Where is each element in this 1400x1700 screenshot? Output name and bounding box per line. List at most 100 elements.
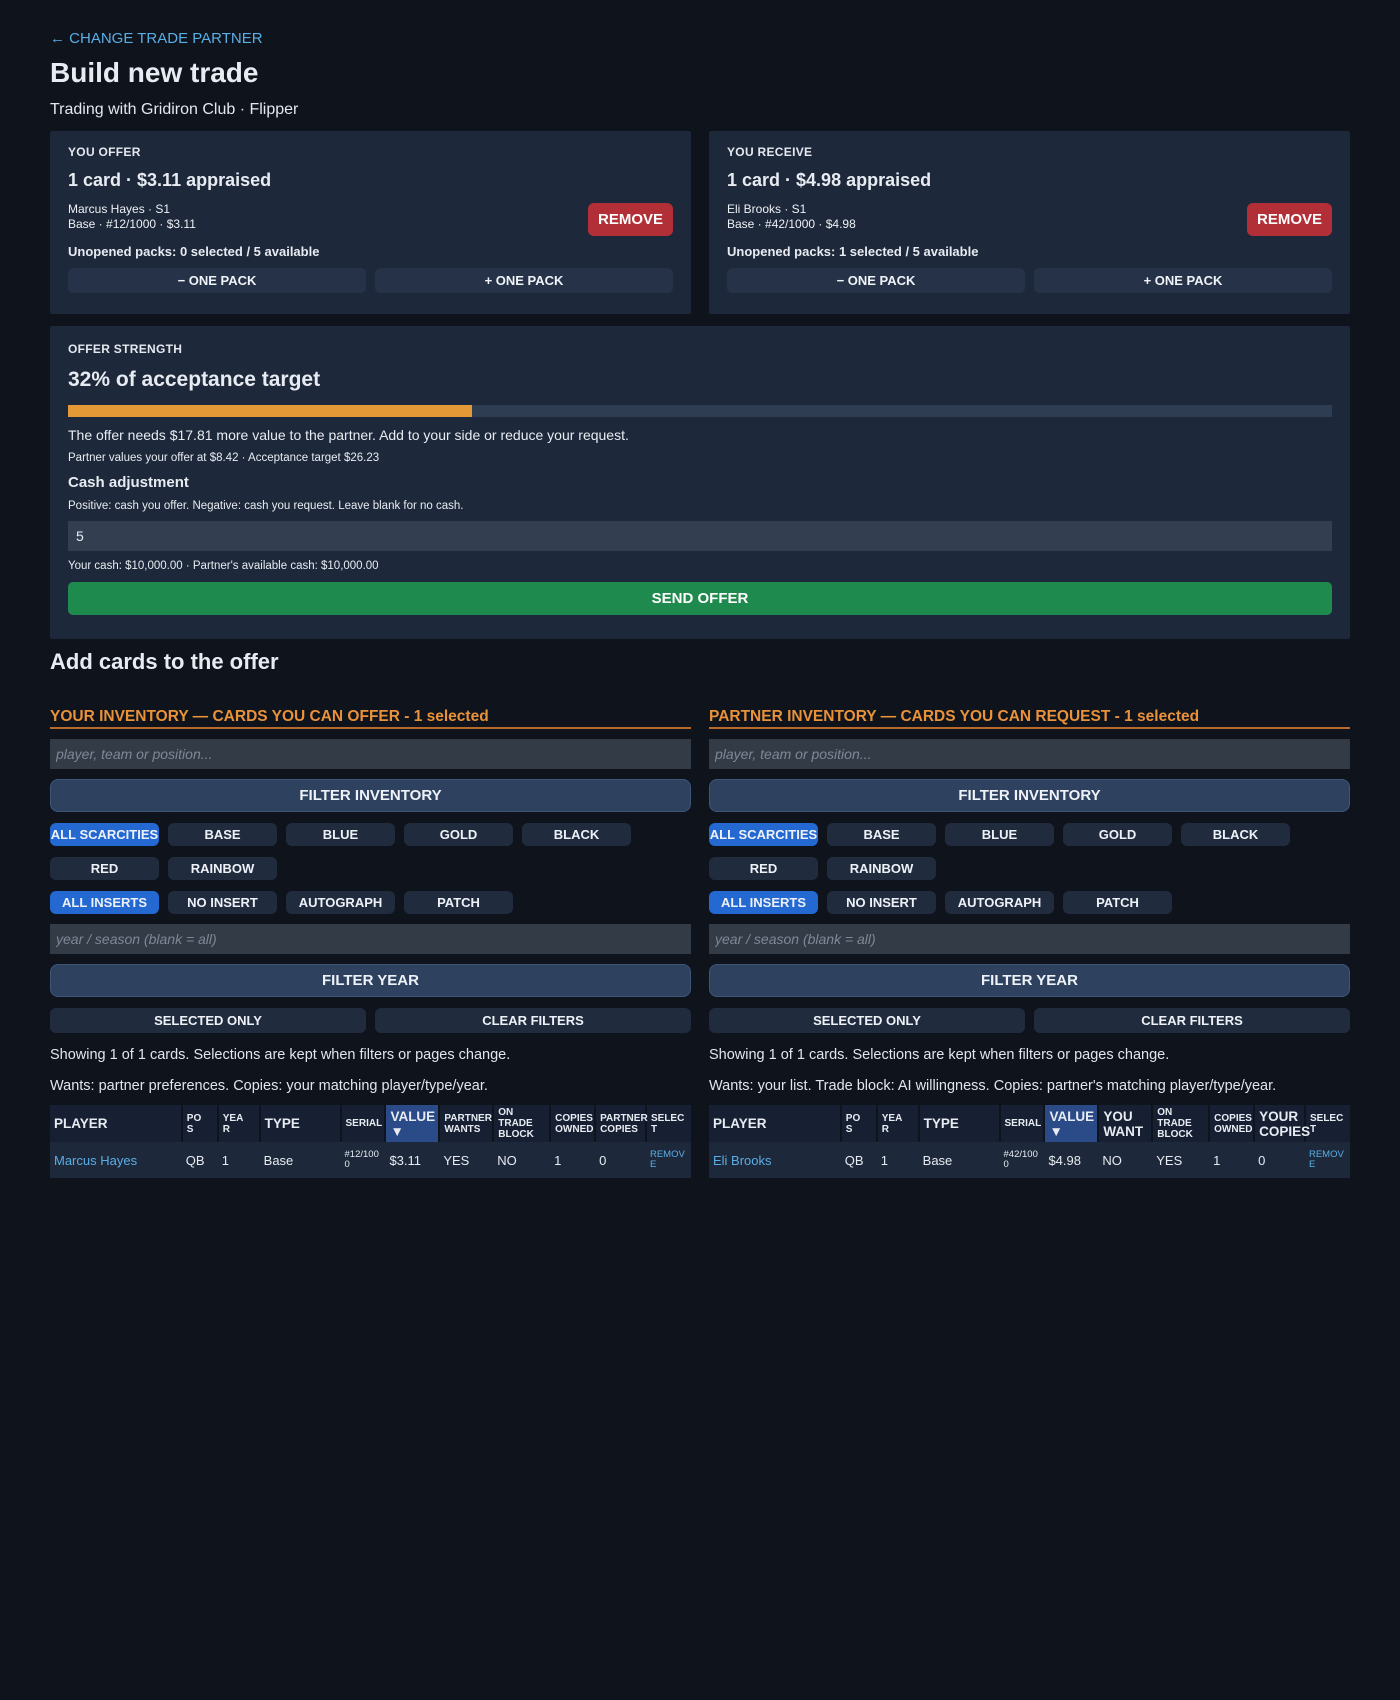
receive-pack-buttons: − ONE PACK + ONE PACK <box>727 268 1332 293</box>
cash-adjustment-help: Positive: cash you offer. Negative: cash… <box>68 500 464 512</box>
partner-column-player[interactable]: PLAYER <box>709 1105 842 1142</box>
receive-plus-pack-button[interactable]: + ONE PACK <box>1034 268 1332 293</box>
partner-scarcity-chip-red[interactable]: RED <box>709 857 818 880</box>
table-row: Marcus Hayes QB 1 Base #12/1000 $3.11 YES NO 1 0 R… <box>50 1142 691 1178</box>
partner-filter-inventory-button[interactable]: FILTER INVENTORY <box>709 779 1350 812</box>
your-column-on-trade-block[interactable]: ON TRADE BLOCK <box>493 1105 552 1142</box>
partner-column-you-want[interactable]: YOU WANT <box>1098 1105 1154 1142</box>
your-year-input[interactable] <box>50 924 691 954</box>
trade-builder-page: ← CHANGE TRADE PARTNER Build new trade T… <box>50 30 1350 1178</box>
partner-column-on-trade-block[interactable]: ON TRADE BLOCK <box>1152 1105 1211 1142</box>
your-search-input[interactable] <box>50 739 691 769</box>
partner-column-type[interactable]: TYPE <box>918 1105 1001 1142</box>
offer-card-name: Marcus Hayes · S1 <box>68 202 171 216</box>
receive-card-name: Eli Brooks · S1 <box>727 202 807 216</box>
partner-insert-chip-autograph[interactable]: AUTOGRAPH <box>945 891 1054 914</box>
your-cell-type: Base <box>259 1142 341 1178</box>
send-offer-button[interactable]: SEND OFFER <box>68 582 1332 615</box>
offer-remove-button[interactable]: REMOVE <box>587 203 673 236</box>
partner-cell-you-want: NO <box>1098 1142 1153 1178</box>
cash-adjustment-title: Cash adjustment <box>68 474 189 491</box>
your-selected-only-button[interactable]: SELECTED ONLY <box>50 1008 366 1033</box>
your-cell-value: $3.11 <box>385 1142 440 1178</box>
partner-clear-filters-button[interactable]: CLEAR FILTERS <box>1034 1008 1350 1033</box>
your-insert-chips: ALL INSERTS NO INSERT AUTOGRAPH PATCH <box>50 891 691 914</box>
partner-selected-only-button[interactable]: SELECTED ONLY <box>709 1008 1025 1033</box>
your-filter-year-button[interactable]: FILTER YEAR <box>50 964 691 997</box>
partner-table-legend: Wants: your list. Trade block: AI willin… <box>709 1078 1277 1094</box>
your-cards-table: PLAYER PO S YEA R TYPE SERIAL VALUE ▼ PARTNER WANT… <box>50 1105 691 1178</box>
offer-card-info: Marcus Hayes · S1 Base · #12/1000 · $3.1… <box>68 202 673 232</box>
partner-column-copies-owned[interactable]: COPIES OWNED <box>1209 1105 1256 1142</box>
partner-column-serial[interactable]: SERIAL <box>999 1105 1046 1142</box>
your-column-value[interactable]: VALUE ▼ <box>385 1105 441 1142</box>
partner-filter-year-button[interactable]: FILTER YEAR <box>709 964 1350 997</box>
your-insert-chip-autograph[interactable]: AUTOGRAPH <box>286 891 395 914</box>
offer-plus-pack-button[interactable]: + ONE PACK <box>375 268 673 293</box>
partner-cell-serial: #42/1000 <box>999 1142 1045 1178</box>
your-cell-yea-r: 1 <box>217 1142 260 1178</box>
partner-row-remove-link[interactable]: REMOVE <box>1304 1142 1350 1178</box>
your-column-partner-wants[interactable]: PARTNER WANTS <box>439 1105 495 1142</box>
partner-scarcity-chip-blue[interactable]: BLUE <box>945 823 1054 846</box>
partner-insert-chip-all-inserts[interactable]: ALL INSERTS <box>709 891 818 914</box>
acceptance-progress-fill <box>68 405 473 417</box>
your-filter-actions: SELECTED ONLY CLEAR FILTERS <box>50 1008 691 1033</box>
your-column-selec-t[interactable]: SELEC T <box>645 1105 691 1142</box>
receive-minus-pack-button[interactable]: − ONE PACK <box>727 268 1025 293</box>
partner-cell-your-copies: 0 <box>1254 1142 1305 1178</box>
partner-column-value[interactable]: VALUE ▼ <box>1044 1105 1100 1142</box>
cash-adjustment-input[interactable] <box>68 521 1332 551</box>
your-column-copies-owned[interactable]: COPIES OWNED <box>550 1105 597 1142</box>
partner-cell-po-s: QB <box>840 1142 877 1178</box>
partner-column-yea-r[interactable]: YEA R <box>876 1105 920 1142</box>
partner-insert-chips: ALL INSERTS NO INSERT AUTOGRAPH PATCH <box>709 891 1350 914</box>
partner-column-your-copies[interactable]: YOUR COPIES <box>1254 1105 1310 1142</box>
partner-insert-chip-no-insert[interactable]: NO INSERT <box>827 891 936 914</box>
your-scarcity-chip-rainbow[interactable]: RAINBOW <box>168 857 277 880</box>
your-scarcity-chip-base[interactable]: BASE <box>168 823 277 846</box>
partner-scarcity-chip-black[interactable]: BLACK <box>1181 823 1290 846</box>
offer-minus-pack-button[interactable]: − ONE PACK <box>68 268 366 293</box>
partner-player-link[interactable]: Eli Brooks <box>709 1142 841 1178</box>
you-offer-label: YOU OFFER <box>68 145 141 159</box>
offer-strength-panel: OFFER STRENGTH 32% of acceptance target … <box>50 326 1350 639</box>
change-trade-partner-link[interactable]: ← CHANGE TRADE PARTNER <box>50 30 1350 47</box>
your-insert-chip-patch[interactable]: PATCH <box>404 891 513 914</box>
partner-cell-value: $4.98 <box>1044 1142 1099 1178</box>
your-row-remove-link[interactable]: REMOVE <box>645 1142 691 1178</box>
your-column-po-s[interactable]: PO S <box>181 1105 219 1142</box>
partner-showing-count: Showing 1 of 1 cards. Selections are kep… <box>709 1047 1170 1063</box>
your-scarcity-chip-all-scarcities[interactable]: ALL SCARCITIES <box>50 823 159 846</box>
partner-cell-copies-owned: 1 <box>1209 1142 1255 1178</box>
partner-search-input[interactable] <box>709 739 1350 769</box>
partner-column-po-s[interactable]: PO S <box>840 1105 878 1142</box>
your-scarcity-chip-gold[interactable]: GOLD <box>404 823 513 846</box>
your-column-yea-r[interactable]: YEA R <box>217 1105 261 1142</box>
your-column-player[interactable]: PLAYER <box>50 1105 183 1142</box>
your-scarcity-chip-red[interactable]: RED <box>50 857 159 880</box>
your-table-legend: Wants: partner preferences. Copies: your… <box>50 1078 488 1094</box>
your-insert-chip-no-insert[interactable]: NO INSERT <box>168 891 277 914</box>
your-column-serial[interactable]: SERIAL <box>340 1105 387 1142</box>
your-clear-filters-button[interactable]: CLEAR FILTERS <box>375 1008 691 1033</box>
partner-scarcity-chip-gold[interactable]: GOLD <box>1063 823 1172 846</box>
partner-year-input[interactable] <box>709 924 1350 954</box>
partner-scarcity-chip-all-scarcities[interactable]: ALL SCARCITIES <box>709 823 818 846</box>
your-column-type[interactable]: TYPE <box>259 1105 342 1142</box>
your-insert-chip-all-inserts[interactable]: ALL INSERTS <box>50 891 159 914</box>
partner-scarcity-chip-rainbow[interactable]: RAINBOW <box>827 857 936 880</box>
partner-insert-chip-patch[interactable]: PATCH <box>1063 891 1172 914</box>
partner-scarcity-chip-base[interactable]: BASE <box>827 823 936 846</box>
your-scarcity-chip-blue[interactable]: BLUE <box>286 823 395 846</box>
you-receive-panel: YOU RECEIVE 1 card · $4.98 appraised Eli… <box>709 131 1350 314</box>
receive-remove-button[interactable]: REMOVE <box>1246 203 1332 236</box>
partner-column-selec-t[interactable]: SELEC T <box>1304 1105 1350 1142</box>
your-scarcity-chips: RED RAINBOW <box>50 857 691 880</box>
receive-summary: 1 card · $4.98 appraised <box>727 170 932 190</box>
your-scarcity-chip-black[interactable]: BLACK <box>522 823 631 846</box>
your-player-link[interactable]: Marcus Hayes <box>50 1142 182 1178</box>
page-title: Build new trade <box>50 57 259 88</box>
your-column-partner-copies[interactable]: PARTNER COPIES <box>595 1105 648 1142</box>
your-filter-inventory-button[interactable]: FILTER INVENTORY <box>50 779 691 812</box>
